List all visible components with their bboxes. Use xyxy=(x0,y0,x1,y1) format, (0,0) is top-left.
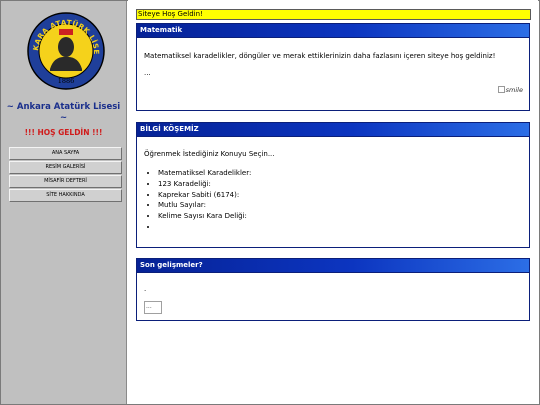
main-content: Siteye Hoş Geldin! Matematik Matematikse… xyxy=(128,0,538,403)
nav-button-about[interactable]: SİTE HAKKINDA xyxy=(9,189,122,202)
panel-matematik: Matematik Matematiksel karadelikler, dön… xyxy=(136,23,530,111)
panel-title: Son gelişmeler? xyxy=(137,259,529,273)
panel-bilgi-kosemiz: BİLGİ KÖŞEMİZ Öğrenmek İstediğiniz Konuy… xyxy=(136,122,530,248)
school-name-line2: ~ xyxy=(59,113,68,123)
nav-button-home[interactable]: ANA SAYFA xyxy=(9,147,122,160)
flag-badge xyxy=(59,29,73,35)
school-name-line1: ~ Ankara Atatürk Lisesi xyxy=(6,102,121,112)
school-logo: ANKARA ATATÜRK LİSESİ 1886 xyxy=(26,9,105,90)
list-item[interactable]: 123 Karadeliği: xyxy=(158,179,251,190)
panel-body: Matematiksel karadelikler, döngüler ve m… xyxy=(137,38,529,110)
school-name: ~ Ankara Atatürk Lisesi ~ xyxy=(1,102,126,124)
smile-alt: smile xyxy=(505,86,523,94)
list-item[interactable] xyxy=(158,222,251,233)
nav-button-guestbook[interactable]: MİSAFİR DEFTERİ xyxy=(9,175,122,188)
panel-son-gelismeler: Son gelişmeler? . ... xyxy=(136,258,530,321)
ellipsis-text: ... xyxy=(144,69,151,77)
welcome-bar: Siteye Hoş Geldin! xyxy=(136,9,531,20)
sidebar: ANKARA ATATÜRK LİSESİ 1886 ~ Ankara Atat… xyxy=(1,1,127,404)
panel-body: Öğrenmek İstediğiniz Konuyu Seçin... Mat… xyxy=(137,137,529,247)
smile-image: smile xyxy=(497,86,523,94)
list-item[interactable]: Kelime Sayısı Kara Deliği: xyxy=(158,211,251,222)
list-item[interactable]: Mutlu Sayılar: xyxy=(158,200,251,211)
panel-title: BİLGİ KÖŞEMİZ xyxy=(137,123,529,137)
list-item[interactable]: Matematiksel Karadelikler: xyxy=(158,168,251,179)
nav-button-gallery[interactable]: RESİM GALERİSİ xyxy=(9,161,122,174)
topic-prompt: Öğrenmek İstediğiniz Konuyu Seçin... xyxy=(144,150,275,158)
panel-title: Matematik xyxy=(137,24,529,38)
news-image: ... xyxy=(144,301,162,314)
topic-list: Matematiksel Karadelikler: 123 Karadeliğ… xyxy=(144,168,251,233)
intro-text: Matematiksel karadelikler, döngüler ve m… xyxy=(144,52,496,60)
panel-body: . ... xyxy=(137,273,529,320)
broken-image-icon xyxy=(497,86,505,93)
dot-text: . xyxy=(144,285,147,293)
news-image-alt: ... xyxy=(146,303,152,310)
logo-year: 1886 xyxy=(58,77,75,85)
list-item[interactable]: Kaprekar Sabiti (6174): xyxy=(158,190,251,201)
sidebar-welcome: !!! HOŞ GELDİN !!! xyxy=(24,128,103,137)
